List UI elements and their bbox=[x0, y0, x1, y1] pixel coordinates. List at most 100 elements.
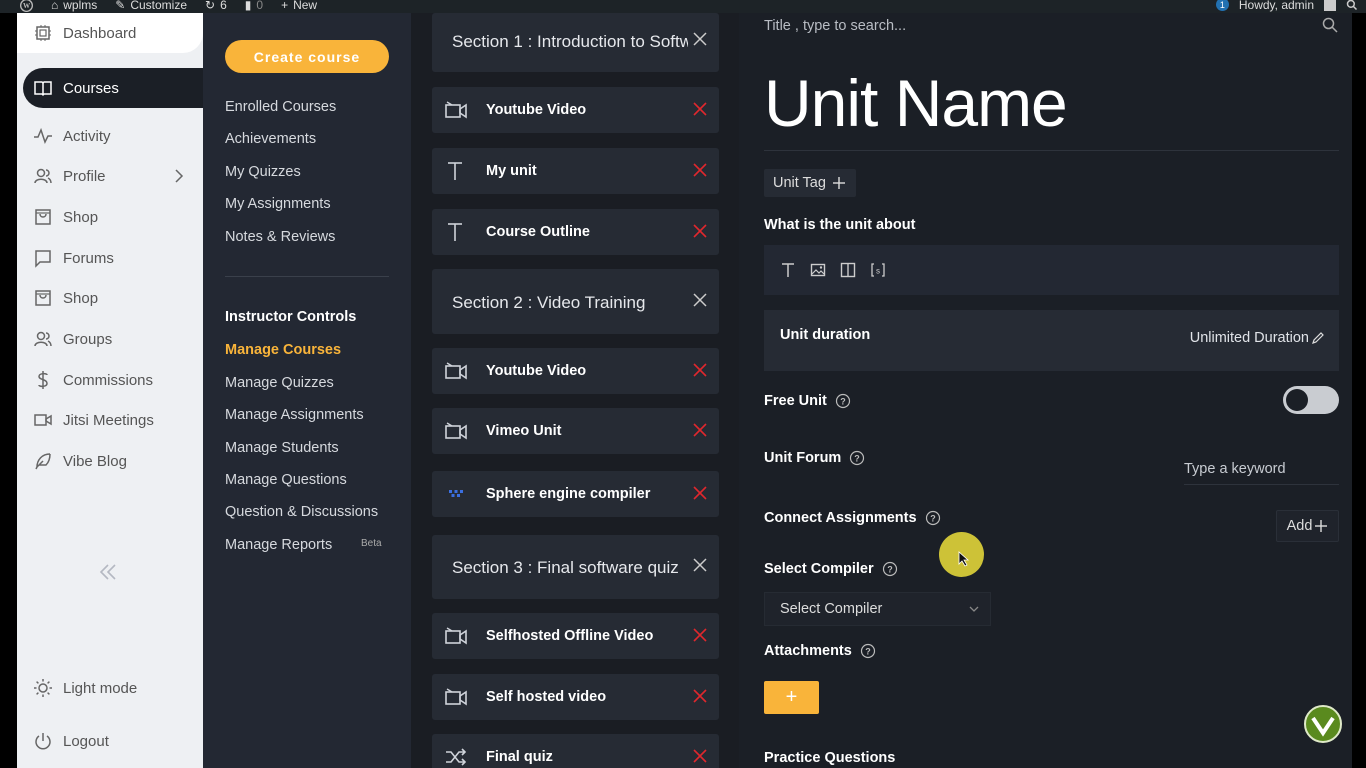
collapse-sidebar-icon[interactable] bbox=[97, 561, 119, 583]
link-achievements[interactable]: Achievements bbox=[225, 131, 316, 147]
link-enrolled-courses[interactable]: Enrolled Courses bbox=[225, 99, 336, 115]
delete-icon[interactable] bbox=[693, 628, 707, 642]
svg-text:W: W bbox=[23, 2, 31, 10]
close-icon[interactable] bbox=[693, 293, 707, 307]
adminbar-greeting[interactable]: Howdy, admin bbox=[1239, 0, 1314, 12]
unit-tag-button[interactable]: Unit Tag bbox=[764, 169, 856, 197]
video-camera-icon bbox=[445, 688, 467, 706]
unit-title: Final quiz bbox=[486, 749, 553, 765]
unit-title: Sphere engine compiler bbox=[486, 486, 651, 502]
shuffle-icon bbox=[446, 748, 467, 766]
unit-item[interactable]: Youtube Video bbox=[432, 348, 719, 394]
adminbar-comments[interactable]: ▮ 0 bbox=[245, 0, 263, 12]
link-manage-reports[interactable]: Manage Reports bbox=[225, 537, 332, 553]
delete-icon[interactable] bbox=[693, 749, 707, 763]
nav-shop[interactable]: Shop bbox=[23, 197, 203, 237]
brush-icon: ✎ bbox=[115, 0, 126, 12]
link-notes-reviews[interactable]: Notes & Reviews bbox=[225, 229, 335, 245]
nav-jitsi-meetings[interactable]: Jitsi Meetings bbox=[23, 400, 203, 440]
help-icon[interactable]: ? bbox=[835, 393, 851, 409]
wordpress-logo-icon[interactable]: W bbox=[20, 0, 33, 12]
nav-courses[interactable]: Courses bbox=[23, 68, 207, 108]
nav-commissions[interactable]: Commissions bbox=[23, 360, 203, 400]
unit-search-input[interactable] bbox=[764, 15, 1324, 37]
link-manage-courses[interactable]: Manage Courses bbox=[225, 342, 341, 358]
section-1[interactable]: Section 1 : Introduction to Softw bbox=[432, 13, 719, 72]
nav-forums[interactable]: Forums bbox=[23, 238, 203, 278]
delete-icon[interactable] bbox=[693, 224, 707, 238]
link-my-quizzes[interactable]: My Quizzes bbox=[225, 164, 301, 180]
image-icon[interactable] bbox=[810, 262, 826, 278]
unit-item[interactable]: Youtube Video bbox=[432, 87, 719, 133]
delete-icon[interactable] bbox=[693, 689, 707, 703]
unit-name-title[interactable]: Unit Name bbox=[764, 65, 1068, 141]
help-icon[interactable]: ? bbox=[860, 643, 876, 659]
attachments-label: Attachments ? bbox=[764, 643, 876, 659]
unit-item[interactable]: My unit bbox=[432, 148, 719, 194]
unit-item[interactable]: Final quiz bbox=[432, 734, 719, 768]
nav-dashboard[interactable]: Dashboard bbox=[17, 13, 203, 53]
close-icon[interactable] bbox=[693, 558, 707, 572]
delete-icon[interactable] bbox=[693, 423, 707, 437]
left-nav: Dashboard Courses Activity Profile Shop … bbox=[17, 13, 207, 768]
delete-icon[interactable] bbox=[693, 163, 707, 177]
add-assignment-button[interactable]: Add bbox=[1276, 510, 1339, 542]
adminbar-site[interactable]: ⌂ wplms bbox=[51, 0, 97, 12]
unit-about-label: What is the unit about bbox=[764, 217, 916, 233]
delete-icon[interactable] bbox=[693, 486, 707, 500]
free-unit-toggle[interactable] bbox=[1283, 386, 1339, 414]
logout-button[interactable]: Logout bbox=[23, 721, 203, 761]
users-icon bbox=[34, 168, 52, 184]
svg-text:?: ? bbox=[865, 647, 871, 657]
columns-icon[interactable] bbox=[840, 262, 856, 278]
nav-vibe-blog[interactable]: Vibe Blog bbox=[23, 441, 203, 481]
light-mode-toggle[interactable]: Light mode bbox=[23, 668, 203, 708]
help-icon[interactable]: ? bbox=[882, 561, 898, 577]
unit-item[interactable]: Selfhosted Offline Video bbox=[432, 613, 719, 659]
section-title: Section 2 : Video Training bbox=[452, 293, 646, 312]
section-3[interactable]: Section 3 : Final software quiz bbox=[432, 535, 719, 599]
close-icon[interactable] bbox=[693, 32, 707, 46]
delete-icon[interactable] bbox=[693, 363, 707, 377]
video-camera-icon bbox=[445, 627, 467, 645]
adminbar-search-icon[interactable] bbox=[1346, 0, 1358, 11]
adminbar-customize[interactable]: ✎ Customize bbox=[115, 0, 187, 12]
unit-item[interactable]: Sphere engine compiler bbox=[432, 471, 719, 517]
link-manage-questions[interactable]: Manage Questions bbox=[225, 472, 347, 488]
unit-duration-value[interactable]: Unlimited Duration bbox=[1190, 330, 1325, 346]
bag-icon bbox=[35, 290, 51, 306]
svg-text:?: ? bbox=[930, 514, 936, 524]
unit-title: Youtube Video bbox=[486, 102, 587, 118]
nav-groups[interactable]: Groups bbox=[23, 319, 203, 359]
search-icon[interactable] bbox=[1322, 17, 1338, 33]
notification-badge[interactable]: 1 bbox=[1215, 0, 1229, 11]
unit-item[interactable]: Self hosted video bbox=[432, 674, 719, 720]
chevron-right-icon[interactable] bbox=[171, 166, 187, 186]
delete-icon[interactable] bbox=[693, 102, 707, 116]
forum-keyword-input[interactable] bbox=[1184, 453, 1339, 485]
link-manage-assignments[interactable]: Manage Assignments bbox=[225, 407, 364, 423]
avatar[interactable] bbox=[1324, 0, 1336, 11]
shortcode-icon[interactable]: s bbox=[870, 262, 886, 278]
link-question-discussions[interactable]: Question & Discussions bbox=[225, 504, 378, 520]
nav-activity[interactable]: Activity bbox=[23, 116, 203, 156]
adminbar-updates[interactable]: ↻ 6 bbox=[205, 0, 227, 12]
dollar-icon bbox=[38, 371, 48, 389]
section-2[interactable]: Section 2 : Video Training bbox=[432, 269, 719, 334]
adminbar-new[interactable]: + New bbox=[281, 0, 317, 12]
add-attachment-button[interactable]: + bbox=[764, 681, 819, 714]
unit-item[interactable]: Vimeo Unit bbox=[432, 408, 719, 454]
link-manage-students[interactable]: Manage Students bbox=[225, 440, 339, 456]
unit-item[interactable]: Course Outline bbox=[432, 209, 719, 255]
nav-shop-2[interactable]: Shop bbox=[23, 278, 203, 318]
compiler-select[interactable]: Select Compiler bbox=[764, 592, 991, 626]
unit-title: Youtube Video bbox=[486, 363, 587, 379]
unit-duration-box[interactable]: Unit duration Unlimited Duration bbox=[764, 310, 1339, 371]
create-course-button[interactable]: Create course bbox=[225, 40, 389, 73]
text-icon[interactable] bbox=[780, 262, 796, 278]
link-my-assignments[interactable]: My Assignments bbox=[225, 196, 331, 212]
help-icon[interactable]: ? bbox=[849, 450, 865, 466]
link-manage-quizzes[interactable]: Manage Quizzes bbox=[225, 375, 334, 391]
nav-profile[interactable]: Profile bbox=[23, 156, 203, 196]
help-icon[interactable]: ? bbox=[925, 510, 941, 526]
